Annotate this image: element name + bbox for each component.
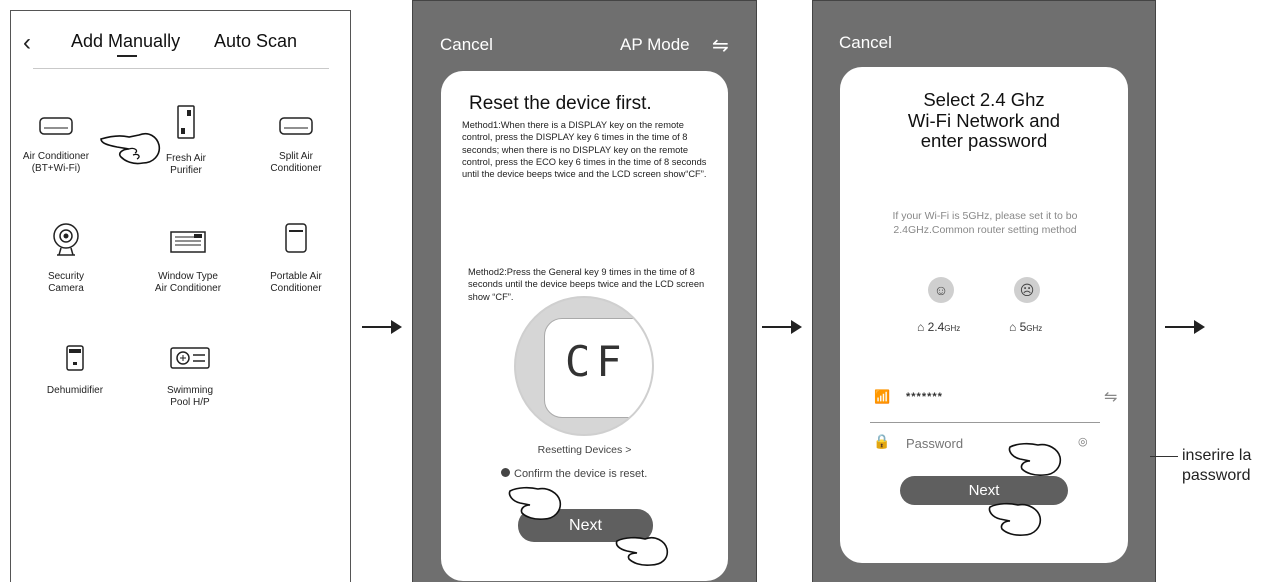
eye-icon[interactable]: ◎ [1078,435,1088,448]
reset-device-screen: Cancel AP Mode ⇋ Reset the device first.… [412,0,757,582]
wifi-hint-text: If your Wi-Fi is 5GHz, please set it to … [892,210,1078,236]
device-label: Dehumidifier [46,385,104,396]
confirm-reset-checkbox[interactable]: Confirm the device is reset. [501,468,647,480]
wifi-icon: 📶 [874,389,891,404]
band-2-4ghz: ⌂ 2.4GHz [917,320,961,334]
title-line: Wi-Fi Network and [907,109,1061,131]
flow-arrow [1165,320,1205,334]
band-5ghz: ⌂ 5GHz [1009,320,1043,334]
switch-network-icon[interactable]: ⇋ [1104,387,1117,407]
wifi-ssid-field[interactable]: ******* [906,391,943,403]
split-air-conditioner-icon [279,117,313,135]
band-unit: GHz [1026,324,1043,333]
band-value: 2.4 [927,320,945,334]
lock-icon: 🔒 [873,433,891,449]
title-line: Select 2.4 Ghz [923,89,1045,110]
tab-auto-scan[interactable]: Auto Scan [214,31,297,52]
device-label: Air Conditioner (BT+Wi-Fi) [22,151,90,174]
lcd-display-illustration: CF [514,296,654,436]
active-tab-indicator [117,55,137,57]
pool-heat-pump-icon [170,347,210,369]
device-split-air-conditioner[interactable]: Split Air Conditioner [241,111,351,191]
device-label: Split Air Conditioner [270,151,322,174]
tab-add-manually[interactable]: Add Manually [71,31,180,52]
dehumidifier-icon [66,345,84,371]
device-dehumidifier[interactable]: Dehumidifier [20,345,130,405]
flow-arrow [362,320,402,334]
title-line: enter password [920,130,1048,151]
swap-mode-icon[interactable]: ⇋ [712,33,729,58]
wifi-setup-screen: Cancel Select 2.4 Ghz Wi-Fi Network and … [812,0,1156,582]
pointing-hand-icon [1008,442,1062,476]
divider [33,68,329,69]
card-title: Reset the device first. [469,93,652,114]
device-selection-screen: ‹ Add Manually Auto Scan Air Conditioner… [10,10,351,582]
device-air-conditioner[interactable]: Air Conditioner (BT+Wi-Fi) [1,111,111,191]
device-window-air-conditioner[interactable]: Window Type Air Conditioner [133,229,243,309]
portable-ac-icon [285,223,307,253]
check-circle-icon [501,468,510,477]
annotation-leader-line [1150,456,1178,457]
smile-face-icon: ☺ [928,277,954,303]
device-portable-air-conditioner[interactable]: Portable Air Conditioner [241,223,351,303]
wifi-card: Select 2.4 Ghz Wi-Fi Network and enter p… [840,67,1128,563]
window-ac-icon [170,231,206,253]
method1-text: Method1:When there is a DISPLAY key on t… [462,120,707,180]
cancel-button[interactable]: Cancel [440,35,493,55]
sad-face-icon: ☹ [1014,277,1040,303]
lcd-screen: CF [544,318,652,418]
device-label: Portable Air Conditioner [270,271,322,294]
band-unit: GHz [944,324,961,333]
device-label: Swimming Pool H/P [166,385,214,408]
cancel-button[interactable]: Cancel [839,33,892,53]
air-conditioner-icon [39,117,73,135]
fresh-air-purifier-icon [177,105,195,139]
note-line: inserire la [1182,447,1252,464]
flow-arrow [762,320,802,334]
pointing-hand-icon [988,502,1042,536]
chevron-left-icon[interactable]: ‹ [23,29,31,57]
note-line: password [1182,467,1251,484]
security-camera-icon [53,223,79,256]
lcd-code: CF [565,337,628,386]
device-swimming-pool-heat-pump[interactable]: Swimming Pool H/P [135,345,245,425]
annotation-note: inserire la password [1182,446,1251,486]
pointing-hand-icon [615,536,669,566]
device-label: Security Camera [47,271,85,294]
device-security-camera[interactable]: Security Camera [11,223,121,303]
reset-card: Reset the device first. Method1:When the… [441,71,728,581]
resetting-devices-link[interactable]: Resetting Devices > [441,444,728,456]
divider [870,422,1100,423]
device-label: Window Type Air Conditioner [154,271,222,294]
ap-mode-label[interactable]: AP Mode [620,35,690,55]
card-title: Select 2.4 Ghz Wi-Fi Network and enter p… [840,89,1128,152]
pointing-hand-icon [508,486,562,520]
confirm-label: Confirm the device is reset. [514,468,648,480]
pointing-hand-icon [100,132,161,165]
